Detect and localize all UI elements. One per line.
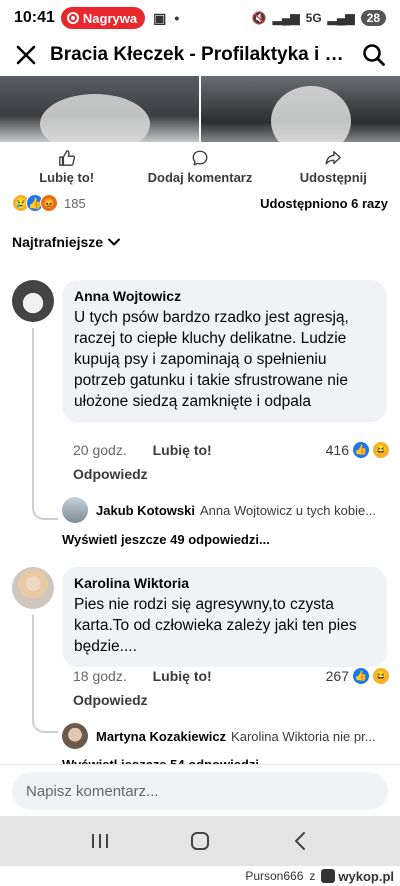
reply-author: Martyna Kozakiewicz — [96, 728, 227, 744]
chevron-down-icon — [108, 238, 121, 246]
recent-apps-icon — [92, 834, 108, 848]
close-button[interactable] — [10, 39, 42, 71]
comment-like-button[interactable]: Lubię to! — [153, 442, 212, 458]
close-icon — [16, 45, 36, 65]
like-button[interactable]: Lubię to! — [0, 144, 133, 190]
like-reaction-icon: 👍 — [353, 442, 369, 458]
home-icon — [191, 832, 209, 850]
comment-reactions[interactable]: 416 👍 😆 — [326, 442, 389, 458]
recent-apps-button[interactable] — [80, 826, 120, 856]
comment-author[interactable]: Anna Wojtowicz — [74, 288, 375, 304]
reply-preview[interactable]: Jakub Kotowski Anna Wojtowicz u tych kob… — [62, 497, 388, 523]
post-photo-left — [0, 76, 199, 142]
network-label: 5G — [305, 11, 322, 25]
like-label: Lubię to! — [39, 170, 95, 185]
recording-indicator[interactable]: Nagrywa — [60, 7, 146, 29]
comment-icon — [192, 150, 208, 166]
thread-line — [32, 615, 58, 733]
comment-reaction-count: 416 — [325, 442, 349, 458]
wykop-logo: wykop.pl — [321, 869, 394, 884]
reaction-icons: 😢 👍 😡 — [12, 194, 58, 212]
reaction-count: 185 — [64, 195, 86, 211]
comment-meta: 18 godz. Lubię to! Odpowiedz 267 👍 😆 — [73, 668, 389, 708]
status-bar: 10:41 Nagrywa ▣ • 🔇 ▂▄▆ 5G ▂▄▆ 28 — [0, 0, 400, 36]
screenshot-icon: ▣ — [153, 9, 167, 26]
angry-reaction-icon: 😡 — [40, 194, 58, 212]
comment-reply-button[interactable]: Odpowiedz — [73, 692, 389, 708]
comment-meta: 20 godz. Lubię to! Odpowiedz 416 👍 😆 — [73, 442, 389, 482]
watermark-z: z — [309, 869, 316, 883]
thumbs-up-icon — [58, 150, 75, 166]
comment-input[interactable]: Napisz komentarz... — [12, 772, 388, 810]
thread-line — [32, 328, 58, 520]
laugh-reaction-icon: 😆 — [373, 668, 389, 684]
reply-author: Jakub Kotowski — [96, 502, 195, 518]
avatar[interactable] — [12, 280, 54, 322]
comment-button[interactable]: Dodaj komentarz — [133, 144, 266, 190]
wykop-icon — [321, 869, 336, 883]
clock: 10:41 — [14, 9, 55, 26]
comment-text: U tych psów bardzo rzadko jest agresją, … — [74, 309, 349, 410]
record-icon — [66, 12, 79, 24]
dot-icon: • — [174, 10, 180, 26]
reactions-summary[interactable]: 😢 👍 😡 185 Udostępniono 6 razy — [12, 192, 388, 214]
post-actions: Lubię to! Dodaj komentarz Udostępnij — [0, 144, 400, 190]
share-icon — [325, 151, 342, 165]
watermark-site: wykop.pl — [338, 868, 394, 884]
comment-text: Pies nie rodzi się agresywny,to czysta k… — [74, 596, 357, 655]
system-nav-bar — [0, 816, 400, 866]
share-count[interactable]: Udostępniono 6 razy — [260, 196, 388, 211]
back-icon — [295, 832, 305, 850]
comment-bubble[interactable]: Anna Wojtowicz U tych psów bardzo rzadko… — [62, 280, 387, 422]
comment-bubble[interactable]: Karolina Wiktoria Pies nie rodzi się agr… — [62, 567, 387, 667]
page-header: Bracia Kłeczek - Profilaktyka i Bezpi... — [0, 36, 400, 74]
comment-time[interactable]: 20 godz. — [73, 442, 127, 458]
share-label: Udostępnij — [299, 170, 367, 185]
system-icons: 🔇 ▂▄▆ 5G ▂▄▆ 28 — [252, 10, 386, 26]
comment-like-button[interactable]: Lubię to! — [153, 668, 212, 684]
comment-label: Dodaj komentarz — [147, 170, 253, 185]
reply-avatar — [62, 723, 88, 749]
back-button[interactable] — [280, 826, 320, 856]
like-reaction-icon: 👍 — [353, 668, 369, 684]
reply-text: Anna Wojtowicz u tych kobie... — [199, 502, 377, 518]
signal-icon-2: ▂▄▆ — [327, 11, 355, 25]
sort-label: Najtrafniejsze — [12, 234, 104, 250]
avatar[interactable] — [12, 567, 54, 609]
mute-icon: 🔇 — [251, 11, 267, 25]
laugh-reaction-icon: 😆 — [373, 442, 389, 458]
share-button[interactable]: Udostępnij — [267, 144, 400, 190]
sort-dropdown[interactable]: Najtrafniejsze — [12, 234, 121, 250]
watermark-user: Purson666 — [245, 869, 304, 883]
post-photo-right — [201, 76, 400, 142]
search-button[interactable] — [358, 39, 390, 71]
recording-label: Nagrywa — [82, 10, 138, 26]
post-image[interactable] — [0, 76, 400, 142]
search-icon — [363, 44, 385, 66]
more-replies-link[interactable]: Wyświetl jeszcze 49 odpowiedzi... — [62, 532, 270, 547]
comment-reaction-count: 267 — [325, 668, 349, 684]
reply-avatar — [62, 497, 88, 523]
comment-reactions[interactable]: 267 👍 😆 — [326, 668, 389, 684]
battery-icon: 28 — [360, 10, 386, 26]
comment-time[interactable]: 18 godz. — [73, 668, 127, 684]
comment-reply-button[interactable]: Odpowiedz — [73, 466, 389, 482]
page-title: Bracia Kłeczek - Profilaktyka i Bezpi... — [50, 44, 358, 65]
home-button[interactable] — [180, 826, 220, 856]
reply-text: Karolina Wiktoria nie pr... — [231, 728, 376, 744]
signal-icon: ▂▄▆ — [272, 11, 300, 25]
reply-preview[interactable]: Martyna Kozakiewicz Karolina Wiktoria ni… — [62, 723, 388, 749]
comment-composer-bar: Napisz komentarz... — [0, 764, 400, 816]
watermark: Purson666 z wykop.pl — [0, 866, 400, 886]
comment-author[interactable]: Karolina Wiktoria — [74, 575, 375, 591]
